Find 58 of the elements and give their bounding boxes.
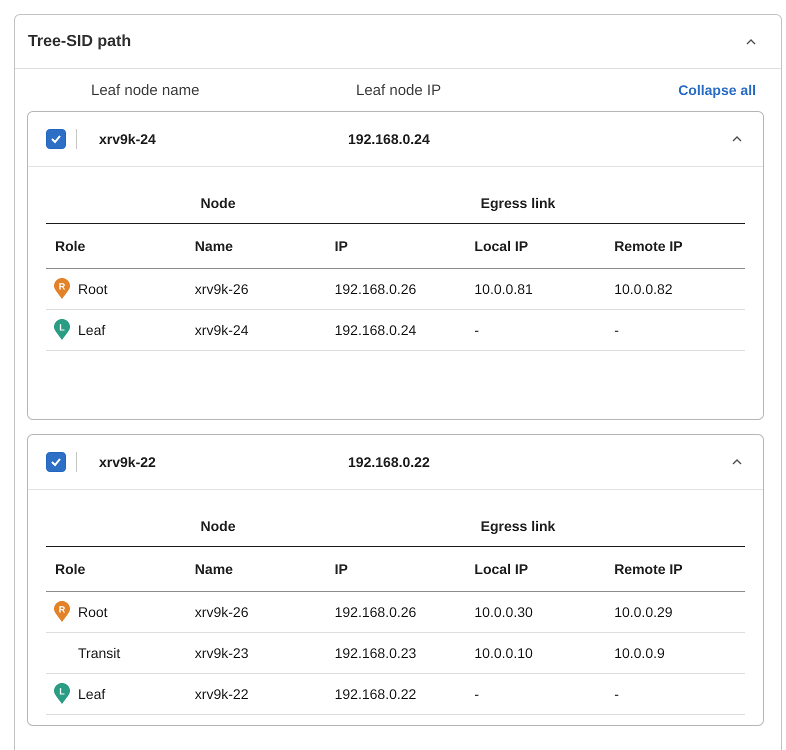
table-cell-text: xrv9k-23 [194,645,250,661]
column-label: Leaf node name [91,82,200,98]
leaf-name: xrv9k-22 [99,454,157,470]
table-cell-text: xrv9k-22 [194,686,250,702]
column-header: IP [334,561,349,577]
check-icon [50,134,62,144]
group-header: Egress link [480,195,556,211]
column-label: Leaf node IP [356,82,442,98]
role-text: Leaf [78,686,106,702]
table-cell-text: xrv9k-26 [194,604,250,620]
caret-icon[interactable] [745,38,757,46]
table-cell-text: 192.168.0.24 [334,322,418,338]
check-icon [50,457,62,467]
group-header: Node [200,195,236,211]
table-cell-text: 192.168.0.26 [334,281,418,297]
checkbox[interactable] [46,129,66,149]
column-header: Name [194,561,234,577]
leaf-pin-icon: L [54,683,70,705]
panel-title: Tree-SID path [28,32,132,50]
column-header: Name [194,238,234,254]
collapse-all-link[interactable]: Collapse all [678,82,756,98]
column-header: Local IP [473,561,530,577]
role-text: Transit [78,645,120,661]
leaf-pin-icon: L [54,319,70,341]
leaf-ip: 192.168.0.24 [348,131,431,147]
table-cell-text: 10.0.0.10 [473,645,534,661]
column-header: Remote IP [613,238,684,254]
table-cell-text: 10.0.0.9 [613,645,666,661]
column-header: IP [334,238,349,254]
table-cell-text: - [613,686,620,702]
leaf-ip: 192.168.0.22 [348,454,431,470]
root-pin-icon: R [54,601,70,623]
column-header: Local IP [473,238,530,254]
role-text: Root [78,604,108,620]
role-text: Leaf [78,322,106,338]
checkbox[interactable] [46,452,66,472]
table-cell-text: 192.168.0.26 [334,604,418,620]
table-cell-text: 10.0.0.82 [613,281,674,297]
role-text: Root [78,281,108,297]
group-header: Node [200,518,236,534]
table-cell-text: 10.0.0.81 [473,281,534,297]
table-cell-text: 10.0.0.30 [473,604,534,620]
group-header: Egress link [480,518,556,534]
column-header: Role [54,561,86,577]
table-cell-text: xrv9k-26 [194,281,250,297]
caret-icon[interactable] [731,135,743,143]
table-cell-text: - [473,322,480,338]
table-cell-text: 10.0.0.29 [613,604,674,620]
leaf-name: xrv9k-24 [99,131,157,147]
caret-icon[interactable] [731,458,743,466]
table-cell-text: - [473,686,480,702]
table-cell-text: xrv9k-24 [194,322,250,338]
column-header: Role [54,238,86,254]
table-cell-text: 192.168.0.23 [334,645,418,661]
table-cell-text: 192.168.0.22 [334,686,418,702]
table-cell-text: - [613,322,620,338]
column-header: Remote IP [613,561,684,577]
root-pin-icon: R [54,278,70,300]
